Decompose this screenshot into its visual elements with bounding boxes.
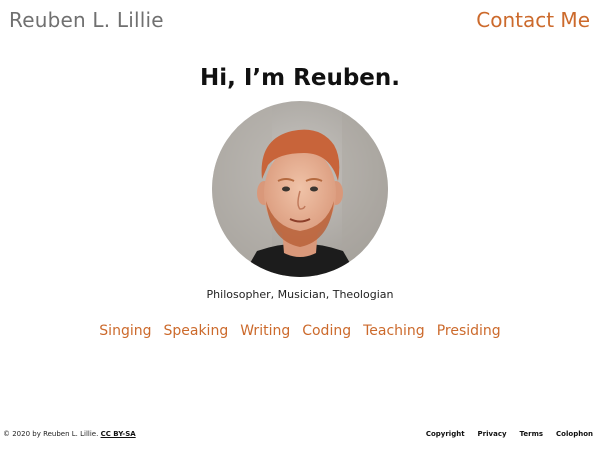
site-name-link[interactable]: Reuben L. Lillie — [9, 8, 164, 32]
license-link[interactable]: CC BY-SA — [101, 430, 136, 438]
tagline: Philosopher, Musician, Theologian — [206, 288, 394, 301]
portrait-photo-icon — [212, 101, 388, 277]
nav-singing-link[interactable]: Singing — [99, 323, 151, 339]
portrait-image — [212, 101, 388, 277]
nav-coding-link[interactable]: Coding — [302, 323, 351, 339]
nav-writing-link[interactable]: Writing — [240, 323, 290, 339]
nav-speaking-link[interactable]: Speaking — [163, 323, 228, 339]
nav-teaching-link[interactable]: Teaching — [363, 323, 425, 339]
footer: © 2020 by Reuben L. Lillie. CC BY-SA Cop… — [0, 428, 600, 442]
page-title: Hi, I’m Reuben. — [199, 65, 400, 91]
footer-copyright: © 2020 by Reuben L. Lillie. CC BY-SA — [3, 430, 136, 438]
section-nav: Singing Speaking Writing Coding Teaching… — [0, 323, 600, 339]
copyright-text: © 2020 by Reuben L. Lillie. — [3, 430, 99, 438]
footer-links: Copyright Privacy Terms Colophon — [426, 430, 593, 438]
nav-presiding-link[interactable]: Presiding — [437, 323, 501, 339]
footer-copyright-link[interactable]: Copyright — [426, 430, 465, 438]
footer-privacy-link[interactable]: Privacy — [478, 430, 507, 438]
contact-me-link[interactable]: Contact Me — [476, 8, 590, 32]
footer-colophon-link[interactable]: Colophon — [556, 430, 593, 438]
footer-terms-link[interactable]: Terms — [520, 430, 544, 438]
